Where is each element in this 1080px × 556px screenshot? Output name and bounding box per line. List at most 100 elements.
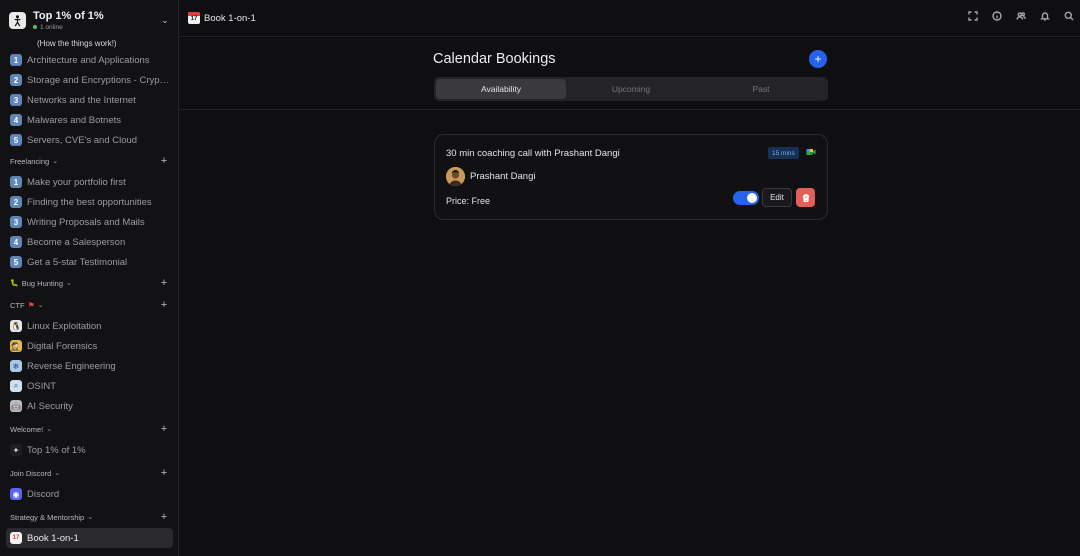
price-label: Price: Free — [446, 196, 491, 206]
section-title: Strategy & Mentorship — [10, 512, 85, 522]
section-title: Freelancing — [10, 156, 50, 166]
booking-tabs: Availability Upcoming Past — [434, 77, 828, 101]
sidebar-item-label: AI Security — [27, 400, 73, 412]
sidebar-item-proposals[interactable]: 3 Writing Proposals and Mails — [0, 212, 178, 232]
sidebar-item-label: Malwares and Botnets — [27, 114, 121, 126]
chevron-down-icon: ⌄ — [87, 514, 94, 521]
number-4-icon: 4 — [10, 236, 22, 248]
number-5-icon: 5 — [10, 134, 22, 146]
section-title: Join Discord — [10, 468, 52, 478]
section-title: Welcome! — [10, 424, 44, 434]
calendar-icon: 17 — [188, 12, 200, 24]
online-status: 1 online — [33, 24, 159, 31]
sidebar-item-discord[interactable]: ◉ Discord — [0, 484, 178, 504]
sidebar-item-label: Networks and the Internet — [27, 94, 136, 106]
sidebar-item-label: Become a Salesperson — [27, 236, 126, 248]
sidebar-item-book-1-on-1[interactable]: 17 Book 1-on-1 — [6, 528, 173, 548]
discord-icon: ◉ — [10, 488, 22, 500]
chevron-down-icon[interactable]: ⌄ — [159, 14, 171, 26]
online-count: 1 online — [40, 23, 63, 31]
sidebar-item-storage[interactable]: 2 Storage and Encryptions - Cryptography — [0, 70, 178, 90]
sidebar-item-label: Finding the best opportunities — [27, 196, 152, 208]
section-strategy[interactable]: Strategy & Mentorship ⌄ + — [0, 506, 178, 528]
calendar-icon: 17 — [10, 532, 22, 544]
sidebar-item-opportunities[interactable]: 2 Finding the best opportunities — [0, 192, 178, 212]
sidebar-item-testimonial[interactable]: 5 Get a 5-star Testimonial — [0, 252, 178, 272]
sidebar-item-label: Make your portfolio first — [27, 176, 126, 188]
sidebar-item-label: Storage and Encryptions - Cryptography — [27, 74, 170, 86]
tab-past[interactable]: Past — [696, 79, 826, 99]
booking-card: 30 min coaching call with Prashant Dangi… — [434, 134, 828, 220]
top-bar: 17 Book 1-on-1 — [179, 0, 1080, 37]
delete-button[interactable] — [796, 188, 815, 207]
sidebar-item-portfolio[interactable]: 1 Make your portfolio first — [0, 172, 178, 192]
number-4-icon: 4 — [10, 114, 22, 126]
page-title: Calendar Bookings — [433, 51, 556, 67]
number-3-icon: 3 — [10, 94, 22, 106]
sidebar-item-ai-security[interactable]: 🤖 AI Security — [0, 396, 178, 416]
number-2-icon: 2 — [10, 74, 22, 86]
tab-availability[interactable]: Availability — [436, 79, 566, 99]
members-icon[interactable] — [1016, 11, 1026, 21]
chevron-down-icon: ⌄ — [37, 302, 44, 309]
section-join-discord[interactable]: Join Discord ⌄ + — [0, 462, 178, 484]
edit-button[interactable]: Edit — [762, 188, 792, 207]
booking-title: 30 min coaching call with Prashant Dangi — [446, 148, 620, 159]
google-meet-icon — [806, 149, 816, 155]
bell-icon[interactable] — [1040, 11, 1050, 21]
host-info: Prashant Dangi — [446, 167, 535, 186]
magnifier-icon: ⌕ — [10, 380, 22, 392]
chevron-down-icon: ⌄ — [52, 158, 59, 165]
header-divider — [179, 109, 1080, 110]
logo-icon: ✦ — [10, 444, 22, 456]
section-welcome[interactable]: Welcome! ⌄ + — [0, 418, 178, 440]
sidebar-item-label: Discord — [27, 488, 60, 500]
fullscreen-icon[interactable] — [968, 11, 978, 21]
sidebar-item-architecture[interactable]: 1 Architecture and Applications — [0, 50, 178, 70]
add-channel-icon[interactable]: + — [159, 155, 169, 167]
add-channel-icon[interactable]: + — [159, 277, 169, 289]
availability-toggle[interactable] — [733, 191, 759, 205]
number-1-icon: 1 — [10, 176, 22, 188]
section-ctf[interactable]: CTF ⚑ ⌄ + — [0, 294, 178, 316]
bug-icon: 🐛 — [10, 280, 19, 287]
add-channel-icon[interactable]: + — [159, 299, 169, 311]
sidebar-item-digital-forensics[interactable]: 🕵 Digital Forensics — [0, 336, 178, 356]
info-icon[interactable] — [992, 11, 1002, 21]
number-2-icon: 2 — [10, 196, 22, 208]
sidebar-item-servers[interactable]: 5 Servers, CVE's and Cloud — [0, 130, 178, 150]
chevron-down-icon: ⌄ — [54, 470, 61, 477]
number-5-icon: 5 — [10, 256, 22, 268]
search-icon[interactable] — [1064, 11, 1074, 21]
sidebar-item-salesperson[interactable]: 4 Become a Salesperson — [0, 232, 178, 252]
snowflake-icon: ❄ — [10, 360, 22, 372]
number-3-icon: 3 — [10, 216, 22, 228]
sidebar-item-label: Book 1-on-1 — [27, 532, 79, 544]
section-bug-hunting[interactable]: 🐛 Bug Hunting ⌄ + — [0, 272, 178, 294]
add-channel-icon[interactable]: + — [159, 511, 169, 523]
main-content: Calendar Bookings + Availability Upcomin… — [179, 38, 1080, 556]
section-title: CTF — [10, 300, 25, 310]
sidebar-item-top1[interactable]: ✦ Top 1% of 1% — [0, 440, 178, 460]
add-channel-icon[interactable]: + — [159, 467, 169, 479]
sidebar-channel-list: (How the things work!) 1 Architecture and… — [0, 38, 178, 548]
workspace-name: Top 1% of 1% — [33, 9, 104, 22]
sidebar-item-osint[interactable]: ⌕ OSINT — [0, 376, 178, 396]
sidebar-item-linux-exploitation[interactable]: 🐧 Linux Exploitation — [0, 316, 178, 336]
sidebar-item-malwares[interactable]: 4 Malwares and Botnets — [0, 110, 178, 130]
sidebar: Top 1% of 1% 1 online ⌄ (How the things … — [0, 0, 179, 556]
tab-upcoming[interactable]: Upcoming — [566, 79, 696, 99]
sidebar-item-label: Digital Forensics — [27, 340, 98, 352]
sidebar-item-label: Linux Exploitation — [27, 320, 102, 332]
trash-icon — [802, 193, 809, 202]
section-freelancing[interactable]: Freelancing ⌄ + — [0, 150, 178, 172]
detective-icon: 🕵 — [10, 340, 22, 352]
sidebar-item-label: Top 1% of 1% — [27, 444, 86, 456]
sidebar-item-label: Servers, CVE's and Cloud — [27, 134, 138, 146]
add-booking-button[interactable]: + — [809, 50, 827, 68]
sidebar-item-networks[interactable]: 3 Networks and the Internet — [0, 90, 178, 110]
add-channel-icon[interactable]: + — [159, 423, 169, 435]
sidebar-item-reverse-engineering[interactable]: ❄ Reverse Engineering — [0, 356, 178, 376]
workspace-switcher[interactable]: Top 1% of 1% 1 online ⌄ — [0, 0, 178, 40]
duration-badge: 15 mins — [768, 147, 799, 159]
